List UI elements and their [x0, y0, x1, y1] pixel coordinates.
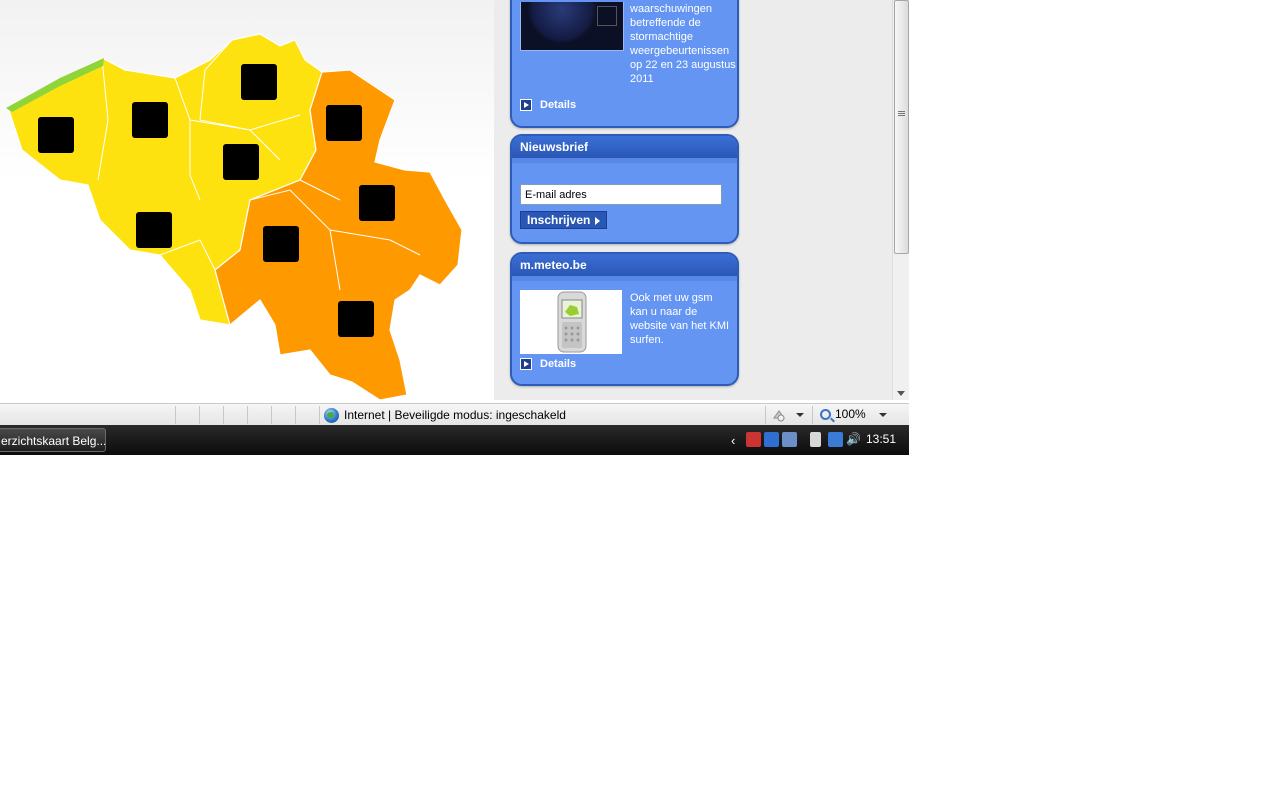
tray-display-icon[interactable]	[782, 432, 797, 447]
zone-text: Internet | Beveiligde modus: ingeschakel…	[344, 408, 566, 422]
newsletter-title: Nieuwsbrief	[512, 136, 737, 163]
zoom-control[interactable]: 100%	[820, 407, 866, 421]
globe-icon	[324, 407, 339, 423]
news-text: waarschuwingen betreffende de stormachti…	[630, 3, 736, 85]
news-details-link[interactable]: Details	[520, 98, 576, 112]
newsletter-box: Nieuwsbrief Inschrijven	[510, 134, 739, 244]
security-zone[interactable]: Internet | Beveiligde modus: ingeschakel…	[324, 407, 566, 423]
thunderstorm-icon[interactable]	[359, 185, 395, 221]
zoom-level: 100%	[835, 407, 866, 421]
browser-window: waarschuwingen betreffende de stormachti…	[0, 0, 909, 455]
subscribe-button[interactable]: Inschrijven	[520, 211, 608, 229]
details-label: Details	[540, 99, 577, 111]
chevron-left-icon[interactable]: ‹	[731, 433, 735, 448]
thunderstorm-icon[interactable]	[326, 105, 362, 141]
thunderstorm-icon[interactable]	[132, 102, 168, 138]
details-label: Details	[540, 358, 577, 370]
thunderstorm-icon[interactable]	[263, 226, 299, 262]
tray-app-icon[interactable]	[746, 432, 761, 447]
scroll-down-icon[interactable]	[897, 391, 905, 396]
chevron-down-icon[interactable]	[796, 413, 804, 417]
mobile-title: m.meteo.be	[512, 254, 737, 281]
thunderstorm-icon[interactable]	[241, 64, 277, 100]
mobile-details-link[interactable]: Details	[520, 357, 576, 371]
battery-icon[interactable]	[810, 432, 821, 447]
vertical-scrollbar[interactable]	[892, 0, 909, 400]
thunderstorm-icon[interactable]	[136, 212, 172, 248]
arrow-right-icon	[520, 358, 532, 370]
network-icon[interactable]	[828, 432, 843, 447]
clock[interactable]: 13:51	[866, 432, 896, 446]
taskbar-window-button[interactable]: erzichtskaart Belg...	[0, 428, 106, 452]
warning-map	[0, 0, 494, 400]
chevron-down-icon[interactable]	[879, 413, 887, 417]
taskbar: erzichtskaart Belg... ‹ 🔊 13:51	[0, 425, 909, 455]
phone-image[interactable]	[520, 290, 622, 354]
arrow-right-icon	[595, 217, 601, 225]
mobile-text: Ook met uw gsm kan u naar de website van…	[630, 292, 730, 346]
scroll-thumb[interactable]	[894, 0, 909, 254]
volume-icon[interactable]: 🔊	[846, 432, 861, 447]
thunderstorm-icon[interactable]	[223, 144, 259, 180]
magnifier-icon	[820, 408, 831, 420]
thunderstorm-icon[interactable]	[338, 301, 374, 337]
tray-network-icon[interactable]	[764, 432, 779, 447]
page-gutter	[494, 0, 506, 400]
arrow-right-icon	[520, 99, 532, 111]
mobile-box: m.meteo.be Ook met uw gsm kan u naar de …	[510, 252, 739, 386]
status-bar: Internet | Beveiligde modus: ingeschakel…	[0, 403, 909, 426]
news-box: waarschuwingen betreffende de stormachti…	[510, 0, 739, 128]
subscribe-label: Inschrijven	[527, 213, 591, 227]
radar-thumbnail[interactable]	[520, 2, 624, 51]
thunderstorm-icon[interactable]	[38, 117, 74, 153]
email-field[interactable]	[520, 184, 722, 205]
protected-mode-icon[interactable]	[772, 408, 786, 422]
